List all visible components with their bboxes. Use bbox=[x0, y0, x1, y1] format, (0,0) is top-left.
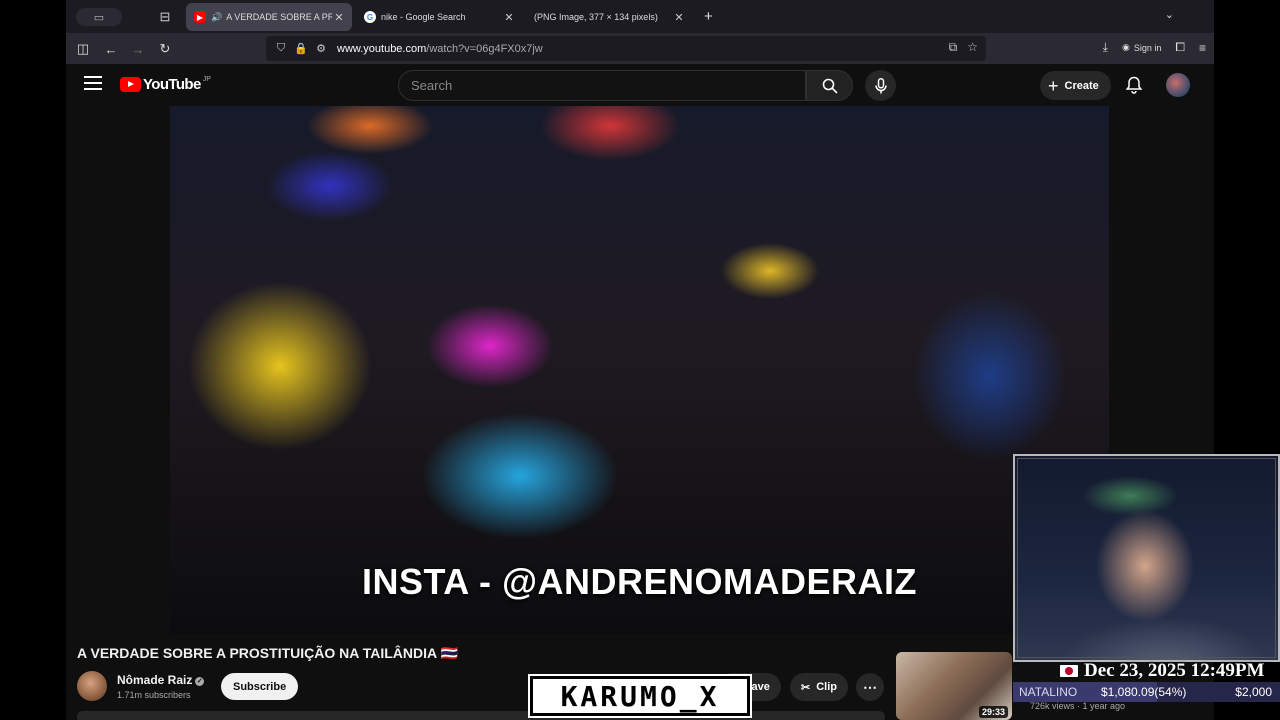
close-tab-icon[interactable]: ✕ bbox=[672, 11, 686, 24]
youtube-icon: ▶ bbox=[194, 11, 206, 23]
youtube-play-icon bbox=[120, 77, 141, 92]
donation-goal: $2,000 bbox=[1235, 685, 1272, 699]
verified-check-icon: ✓ bbox=[195, 677, 205, 686]
tab-manager-button[interactable]: ⊟ bbox=[156, 8, 174, 26]
close-tab-icon[interactable]: ✕ bbox=[502, 11, 516, 24]
downloads-icon[interactable]: ⤓ bbox=[1103, 40, 1108, 55]
channel-name-row[interactable]: Nômade Raiz ✓ bbox=[117, 673, 205, 687]
plus-icon: + bbox=[1048, 75, 1059, 96]
voice-search-button[interactable] bbox=[865, 70, 896, 101]
recommended-video-meta: 726k views · 1 year ago bbox=[1030, 701, 1126, 711]
permissions-icon[interactable]: ⚙ bbox=[313, 42, 329, 55]
speaker-icon[interactable]: 🔊 bbox=[211, 12, 222, 23]
url-actions: ⧉ ☆ bbox=[949, 40, 978, 55]
create-button[interactable]: + Create bbox=[1040, 71, 1111, 100]
url-host: www.youtube.com bbox=[337, 42, 427, 55]
url-bar[interactable]: ⛉ 🔒 ⚙ www.youtube.com/watch?v=06g4FX0x7j… bbox=[266, 36, 986, 61]
sidebar-icon[interactable]: ◫ bbox=[74, 40, 92, 58]
shield-icon[interactable]: ⛉ bbox=[273, 42, 289, 55]
donation-goal-bar: NATALINO $1,080.09(54%) $2,000 bbox=[1013, 682, 1280, 702]
youtube-logo[interactable]: YouTube JP bbox=[120, 76, 211, 93]
sidebar-toggle-button[interactable]: ▭ bbox=[76, 8, 122, 26]
lock-icon[interactable]: 🔒 bbox=[293, 42, 309, 55]
guide-menu-icon[interactable] bbox=[84, 76, 102, 90]
webcam-overlay bbox=[1013, 454, 1280, 662]
tab-label: nike - Google Search bbox=[381, 12, 466, 22]
tab-manager-icon: ⊟ bbox=[159, 9, 171, 24]
more-actions-icon[interactable]: ⋯ bbox=[856, 673, 884, 701]
screen: ▭ ⊟ ▶ 🔊 A VERDADE SOBRE A PROSTITUIÇÃO ✕… bbox=[0, 0, 1280, 720]
datetime-text: Dec 23, 2025 12:49PM bbox=[1084, 660, 1265, 681]
tab-label: A VERDADE SOBRE A PROSTITUIÇÃO bbox=[226, 12, 332, 22]
picture-in-picture-icon[interactable]: ⧉ bbox=[949, 40, 958, 55]
notifications-bell-icon[interactable] bbox=[1124, 75, 1144, 95]
tab-bar: ▭ ⊟ ▶ 🔊 A VERDADE SOBRE A PROSTITUIÇÃO ✕… bbox=[66, 0, 1214, 33]
clip-label: Clip bbox=[816, 681, 837, 693]
menu-icon[interactable]: ≡ bbox=[1199, 41, 1206, 55]
japan-flag-icon bbox=[1060, 665, 1078, 677]
video-player[interactable]: INSTA - @ANDRENOMADERAIZ bbox=[170, 106, 1109, 634]
streamer-watermark: KARUMO_X bbox=[528, 674, 752, 718]
google-icon: G bbox=[364, 11, 376, 23]
new-tab-icon[interactable]: + bbox=[704, 8, 713, 25]
video-duration: 29:33 bbox=[978, 706, 1008, 718]
scissors-icon: ✂ bbox=[801, 681, 811, 694]
search-button[interactable] bbox=[806, 70, 853, 101]
webcam-frame bbox=[1017, 458, 1276, 658]
channel-name: Nômade Raiz bbox=[117, 673, 193, 687]
tab-google[interactable]: G nike - Google Search ✕ bbox=[356, 3, 522, 31]
forward-icon[interactable]: → bbox=[129, 40, 147, 58]
toolbar-right: ⤓ ◉ Sign in ⧠ ≡ bbox=[1103, 40, 1206, 55]
donation-amount: $1,080.09(54%) bbox=[1101, 685, 1186, 699]
search-box bbox=[398, 70, 806, 101]
donor-name: NATALINO bbox=[1019, 685, 1078, 699]
youtube-masthead: YouTube JP + Create bbox=[66, 64, 1214, 106]
sidebar-icon: ▭ bbox=[93, 11, 105, 24]
back-icon[interactable]: ← bbox=[102, 40, 120, 58]
sign-in-button[interactable]: ◉ Sign in bbox=[1122, 42, 1161, 53]
search-icon bbox=[822, 78, 838, 94]
create-label: Create bbox=[1064, 79, 1099, 92]
tab-png-image[interactable]: (PNG Image, 377 × 134 pixels) ✕ bbox=[526, 3, 692, 31]
channel-avatar[interactable] bbox=[77, 671, 107, 701]
url-text: www.youtube.com/watch?v=06g4FX0x7jw bbox=[337, 43, 543, 55]
search-input[interactable] bbox=[399, 71, 779, 100]
extensions-icon[interactable]: ⧠ bbox=[1175, 40, 1185, 55]
country-code: JP bbox=[202, 76, 211, 83]
microphone-icon bbox=[874, 77, 887, 93]
description-box[interactable] bbox=[77, 711, 885, 720]
list-all-tabs-icon[interactable]: ⌄ bbox=[1165, 8, 1174, 21]
reload-icon[interactable]: ↻ bbox=[156, 40, 174, 58]
tab-youtube[interactable]: ▶ 🔊 A VERDADE SOBRE A PROSTITUIÇÃO ✕ bbox=[186, 3, 352, 31]
url-path: /watch?v=06g4FX0x7jw bbox=[426, 42, 543, 55]
datetime-overlay: Dec 23, 2025 12:49PM bbox=[1060, 660, 1264, 682]
account-icon: ◉ bbox=[1121, 42, 1130, 52]
bookmark-star-icon[interactable]: ☆ bbox=[967, 40, 978, 55]
donation-amount-value: $1,080.09 bbox=[1101, 685, 1155, 699]
user-avatar[interactable] bbox=[1166, 73, 1190, 97]
donation-percent: (54%) bbox=[1154, 685, 1187, 699]
nav-bar: ◫ ← → ↻ ⛉ 🔒 ⚙ www.youtube.com/watch?v=06… bbox=[66, 33, 1214, 64]
tab-label: (PNG Image, 377 × 134 pixels) bbox=[534, 12, 658, 22]
clip-button[interactable]: ✂ Clip bbox=[790, 673, 848, 701]
recommended-video-thumbnail[interactable]: 29:33 bbox=[896, 652, 1012, 720]
subscribe-button[interactable]: Subscribe bbox=[221, 673, 299, 700]
video-title: A VERDADE SOBRE A PROSTITUIÇÃO NA TAILÂN… bbox=[77, 645, 458, 661]
video-burned-caption: INSTA - @ANDRENOMADERAIZ bbox=[361, 561, 918, 602]
sign-in-label: Sign in bbox=[1133, 42, 1162, 53]
youtube-wordmark: YouTube bbox=[143, 76, 201, 93]
subscriber-count: 1.71m subscribers bbox=[117, 690, 191, 700]
close-tab-icon[interactable]: ✕ bbox=[332, 11, 346, 24]
